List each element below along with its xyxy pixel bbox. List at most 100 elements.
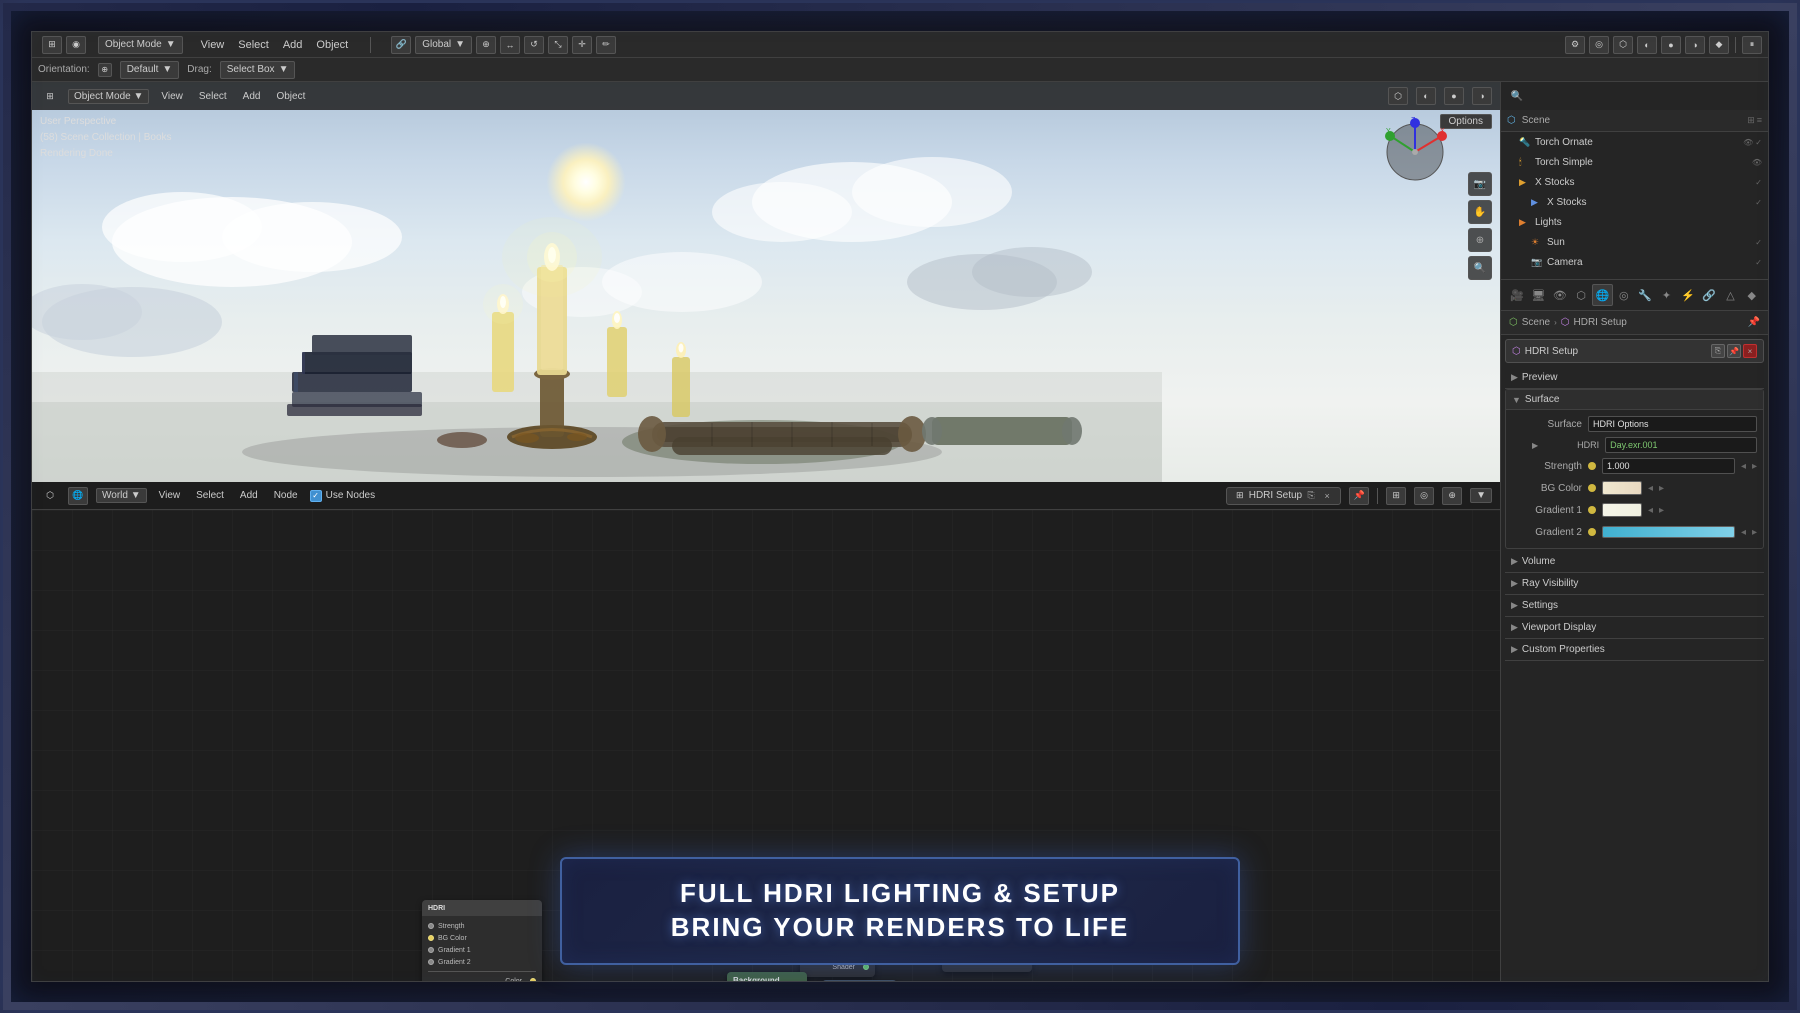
vp-menu-object[interactable]: Object bbox=[272, 89, 309, 104]
hdri-triangle[interactable]: ▶ bbox=[1532, 441, 1538, 450]
gradient2-bar[interactable] bbox=[1602, 526, 1735, 538]
props-obj-icon[interactable]: ◎ bbox=[1614, 284, 1634, 306]
props-modifier-icon[interactable]: 🔧 bbox=[1635, 284, 1655, 306]
rendered-btn[interactable]: ◑ bbox=[1472, 87, 1492, 105]
ne-copy-icon[interactable]: ⎘ bbox=[1304, 489, 1318, 503]
gradient1-arrow[interactable]: ◂ bbox=[1648, 505, 1653, 516]
viewport-shading3[interactable]: ● bbox=[1661, 36, 1681, 54]
object-mode-dropdown[interactable]: Object Mode ▼ bbox=[98, 36, 183, 54]
strength-value[interactable]: 1.000 bbox=[1602, 458, 1735, 474]
ne-pin-icon[interactable]: 📌 bbox=[1349, 487, 1369, 505]
orientation-dropdown[interactable]: Default ▼ bbox=[120, 61, 180, 79]
check-icon2[interactable]: ✓ bbox=[1755, 178, 1762, 187]
scene-icon[interactable]: ⚙ bbox=[1565, 36, 1585, 54]
ne-world-icon[interactable]: 🌐 bbox=[68, 487, 88, 505]
ne-menu-view[interactable]: View bbox=[155, 488, 185, 503]
vp-menu-select[interactable]: Select bbox=[195, 89, 231, 104]
cam-check[interactable]: ✓ bbox=[1755, 258, 1762, 267]
viewport-area[interactable]: ⊞ Object Mode ▼ View Select Add Object ⬡… bbox=[32, 82, 1500, 482]
gradient1-arrow2[interactable]: ▸ bbox=[1659, 505, 1664, 516]
background-node-2[interactable]: Background Color Background Strength Bac… bbox=[727, 972, 807, 981]
hdri-x-btn[interactable]: × bbox=[1743, 344, 1757, 358]
tree-torch-simple[interactable]: 🕯 Torch Simple 👁 bbox=[1501, 152, 1768, 172]
tree-xstocks2[interactable]: ▶ X Stocks ✓ bbox=[1501, 192, 1768, 212]
snap-icon[interactable]: 🔗 bbox=[391, 36, 411, 54]
render-preview[interactable]: ◆ bbox=[1709, 36, 1729, 54]
hdri-copy-btn[interactable]: ⎘ bbox=[1711, 344, 1725, 358]
overlay-icon[interactable]: ◎ bbox=[1589, 36, 1609, 54]
strength-arrow2[interactable]: ▸ bbox=[1752, 461, 1757, 472]
move-ctrl[interactable]: ⊕ bbox=[1468, 228, 1492, 252]
viewport-display-section[interactable]: ▶ Viewport Display bbox=[1505, 617, 1764, 639]
hdri-panel-header[interactable]: ⬡ HDRI Setup ⎘ 📌 × bbox=[1505, 339, 1764, 363]
ne-mode-icon[interactable]: ⬡ bbox=[40, 487, 60, 505]
bgcolor-arrow2[interactable]: ▸ bbox=[1659, 483, 1664, 494]
camera-ctrl[interactable]: 📷 bbox=[1468, 172, 1492, 196]
tree-xstocks1[interactable]: ▶ X Stocks ✓ bbox=[1501, 172, 1768, 192]
sun-check[interactable]: ✓ bbox=[1755, 238, 1762, 247]
bgcolor-arrow[interactable]: ◂ bbox=[1648, 483, 1653, 494]
props-render-icon[interactable]: 🎥 bbox=[1507, 284, 1527, 306]
ne-close-icon[interactable]: × bbox=[1320, 489, 1334, 503]
custom-props-section[interactable]: ▶ Custom Properties bbox=[1505, 639, 1764, 661]
props-scene-icon[interactable]: ⬡ bbox=[1571, 284, 1591, 306]
use-nodes-checkbox[interactable]: ✓ bbox=[310, 490, 322, 502]
mode-icon[interactable]: ⊞ bbox=[42, 36, 62, 54]
eye-icon[interactable]: 👁 bbox=[1743, 138, 1753, 147]
tree-sun[interactable]: ☀ Sun ✓ bbox=[1501, 232, 1768, 252]
transform-icon[interactable]: ⊕ bbox=[476, 36, 496, 54]
ne-menu-select[interactable]: Select bbox=[192, 488, 228, 503]
ne-world-dropdown[interactable]: World ▼ bbox=[96, 488, 147, 503]
rotate-icon[interactable]: ↺ bbox=[524, 36, 544, 54]
scale-icon[interactable]: ⤡ bbox=[548, 36, 568, 54]
props-output-icon[interactable]: 🖥 bbox=[1528, 284, 1548, 306]
props-physics-icon[interactable]: ⚡ bbox=[1678, 284, 1698, 306]
check-icon[interactable]: ✓ bbox=[1755, 138, 1762, 147]
use-nodes-toggle[interactable]: ✓ Use Nodes bbox=[310, 490, 375, 502]
menu-view[interactable]: View bbox=[195, 37, 231, 53]
wireframe-btn[interactable]: ⬡ bbox=[1388, 87, 1408, 105]
vp-menu-view[interactable]: View bbox=[157, 89, 187, 104]
vp-mode-icon[interactable]: ⊞ bbox=[40, 87, 60, 105]
tree-lights[interactable]: ▶ Lights bbox=[1501, 212, 1768, 232]
tree-ctrl2[interactable]: ≡ bbox=[1757, 115, 1762, 126]
hdri-pin-btn[interactable]: 📌 bbox=[1727, 344, 1741, 358]
zoom-ctrl[interactable]: 🔍 bbox=[1468, 256, 1492, 280]
move-icon[interactable]: ↔ bbox=[500, 36, 520, 54]
annotate-icon[interactable]: ✏ bbox=[596, 36, 616, 54]
hdri-group-node[interactable]: HDRI Strength BG Color Gradient 1 Gradie… bbox=[422, 900, 542, 981]
menu-select[interactable]: Select bbox=[232, 37, 275, 53]
object-icon[interactable]: ◉ bbox=[66, 36, 86, 54]
viewport-shading1[interactable]: ⬡ bbox=[1613, 36, 1633, 54]
tree-camera[interactable]: 📷 Camera ✓ bbox=[1501, 252, 1768, 272]
check-icon3[interactable]: ✓ bbox=[1755, 198, 1762, 207]
viewport-shading4[interactable]: ◑ bbox=[1685, 36, 1705, 54]
mix-shader-2[interactable]: Mix Shader Fac Shader Shader Shader bbox=[822, 980, 897, 981]
strength-arrow[interactable]: ◂ bbox=[1741, 461, 1746, 472]
navigation-gizmo[interactable]: X Y Z bbox=[1380, 117, 1450, 187]
props-data-icon[interactable]: △ bbox=[1720, 284, 1740, 306]
global-dropdown[interactable]: Global ▼ bbox=[415, 36, 472, 54]
settings-section[interactable]: ▶ Settings bbox=[1505, 595, 1764, 617]
surface-header[interactable]: ▼ Surface bbox=[1506, 390, 1763, 410]
pause-icon[interactable]: ⏸ bbox=[1742, 36, 1762, 54]
hdri-value[interactable]: Day.exr.001 bbox=[1605, 437, 1757, 453]
viewport-shading2[interactable]: ◐ bbox=[1637, 36, 1657, 54]
menu-add[interactable]: Add bbox=[277, 37, 309, 53]
gradient2-arrow[interactable]: ◂ bbox=[1741, 527, 1746, 538]
ray-visibility-section[interactable]: ▶ Ray Visibility bbox=[1505, 573, 1764, 595]
volume-section[interactable]: ▶ Volume bbox=[1505, 551, 1764, 573]
ne-overlay-icon[interactable]: ◎ bbox=[1414, 487, 1434, 505]
menu-object[interactable]: Object bbox=[310, 37, 354, 53]
transform2-icon[interactable]: ✛ bbox=[572, 36, 592, 54]
tree-torch-ornate[interactable]: 🔦 Torch Ornate 👁 ✓ bbox=[1501, 132, 1768, 152]
props-world-icon[interactable]: 🌐 bbox=[1592, 284, 1612, 306]
pb-pin[interactable]: 📌 bbox=[1748, 317, 1760, 328]
gradient2-arrow2[interactable]: ▸ bbox=[1752, 527, 1757, 538]
props-material-icon[interactable]: ◆ bbox=[1742, 284, 1762, 306]
vp-mode-dropdown[interactable]: Object Mode ▼ bbox=[68, 89, 149, 104]
ne-fit-icon[interactable]: ⊞ bbox=[1386, 487, 1406, 505]
orientation-icon[interactable]: ⊕ bbox=[98, 63, 112, 77]
vp-menu-add[interactable]: Add bbox=[239, 89, 265, 104]
tree-ctrl1[interactable]: ⊞ bbox=[1747, 115, 1755, 126]
